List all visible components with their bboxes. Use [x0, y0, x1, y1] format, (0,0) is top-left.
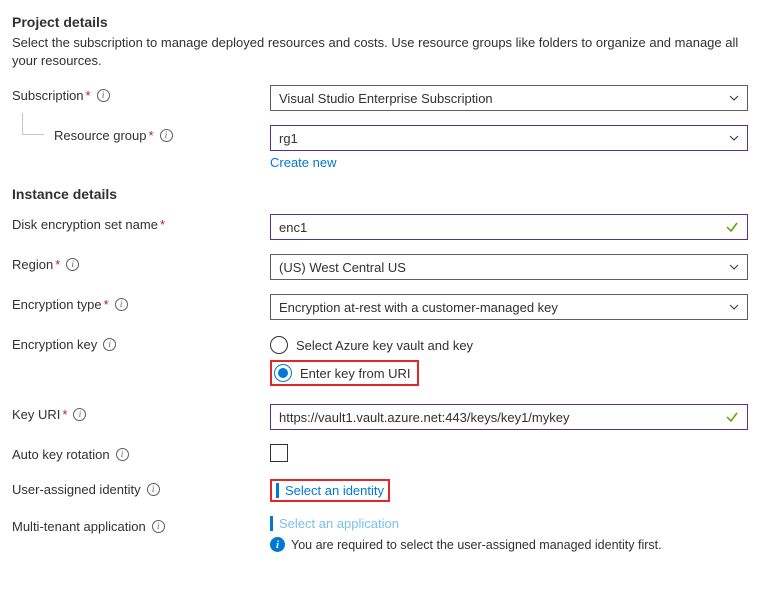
highlight-box: Select an identity [270, 479, 390, 502]
radio-enter-uri[interactable]: Enter key from URI [274, 364, 411, 382]
info-icon[interactable]: i [103, 338, 116, 351]
info-icon[interactable]: i [97, 89, 110, 102]
chevron-down-icon [729, 133, 739, 143]
des-name-label: Disk encryption set name* [12, 214, 270, 232]
info-icon[interactable]: i [147, 483, 160, 496]
check-icon [725, 220, 739, 234]
info-icon[interactable]: i [73, 408, 86, 421]
resource-group-select[interactable]: rg1 [270, 125, 748, 151]
select-application-link: Select an application [279, 516, 399, 531]
info-icon[interactable]: i [160, 129, 173, 142]
auto-rotation-label: Auto key rotation i [12, 444, 270, 462]
multi-tenant-label: Multi-tenant application i [12, 516, 270, 534]
encryption-type-select[interactable]: Encryption at-rest with a customer-manag… [270, 294, 748, 320]
radio-icon [270, 336, 288, 354]
create-new-link[interactable]: Create new [270, 155, 336, 170]
des-name-input[interactable]: enc1 [270, 214, 748, 240]
subscription-select[interactable]: Visual Studio Enterprise Subscription [270, 85, 748, 111]
region-label: Region* i [12, 254, 270, 272]
project-details-description: Select the subscription to manage deploy… [12, 34, 748, 69]
encryption-key-label: Encryption key i [12, 334, 270, 352]
chevron-down-icon [729, 262, 739, 272]
auto-rotation-checkbox[interactable] [270, 444, 288, 462]
info-filled-icon: i [270, 537, 285, 552]
radio-select-vault[interactable]: Select Azure key vault and key [270, 336, 748, 354]
resource-group-label: Resource group* i [12, 125, 270, 143]
instance-details-heading: Instance details [12, 186, 748, 202]
region-select[interactable]: (US) West Central US [270, 254, 748, 280]
chevron-down-icon [729, 302, 739, 312]
chevron-down-icon [729, 93, 739, 103]
highlight-box: Enter key from URI [270, 360, 419, 386]
project-details-heading: Project details [12, 14, 748, 30]
user-identity-label: User-assigned identity i [12, 479, 270, 497]
info-icon[interactable]: i [116, 448, 129, 461]
radio-icon [274, 364, 292, 382]
key-uri-input[interactable]: https://vault1.vault.azure.net:443/keys/… [270, 404, 748, 430]
select-identity-link[interactable]: Select an identity [285, 483, 384, 498]
identity-required-note: i You are required to select the user-as… [270, 537, 748, 552]
subscription-label: Subscription* i [12, 85, 270, 103]
key-uri-label: Key URI* i [12, 404, 270, 422]
info-icon[interactable]: i [152, 520, 165, 533]
indent-elbow [22, 113, 44, 135]
check-icon [725, 410, 739, 424]
info-icon[interactable]: i [66, 258, 79, 271]
info-icon[interactable]: i [115, 298, 128, 311]
encryption-type-label: Encryption type* i [12, 294, 270, 312]
